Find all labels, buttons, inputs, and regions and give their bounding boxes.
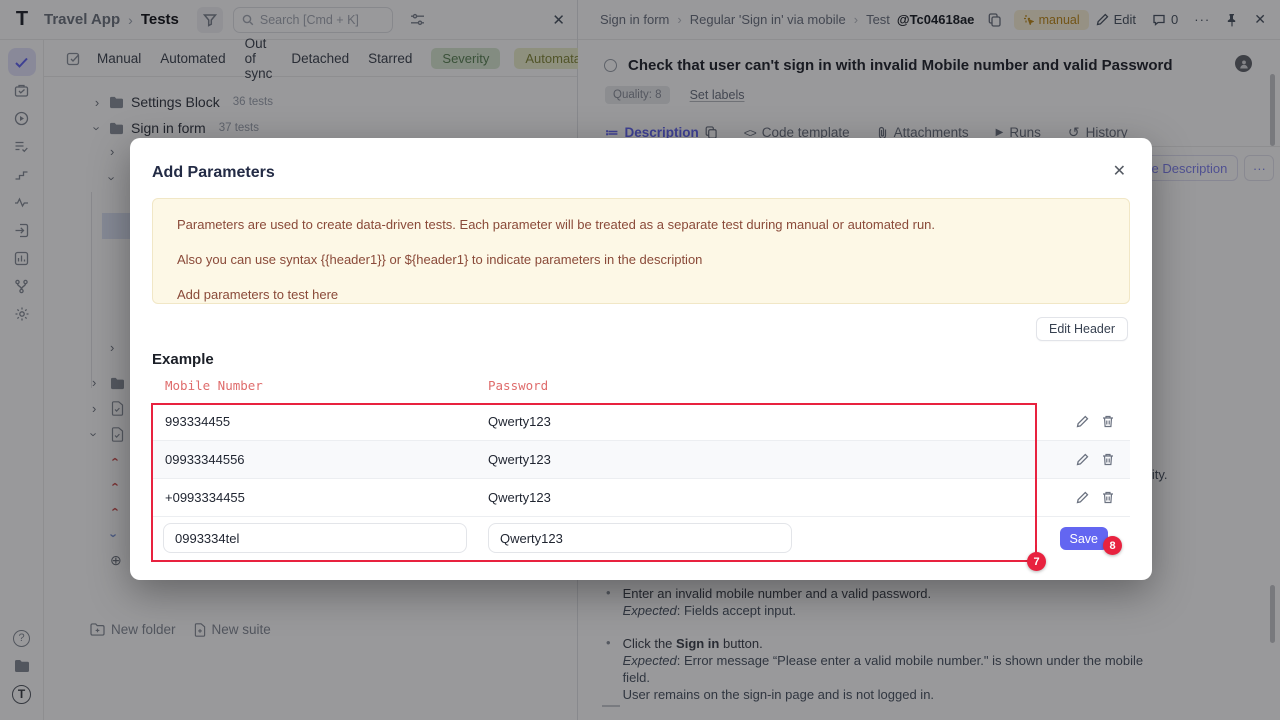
cell-password: Qwerty123 <box>488 414 1076 429</box>
table-row[interactable]: 993334455 Qwerty123 <box>152 403 1130 441</box>
delete-row-icon[interactable] <box>1102 453 1114 466</box>
delete-row-icon[interactable] <box>1102 415 1114 428</box>
cell-password: Qwerty123 <box>488 452 1076 467</box>
info-line: Add parameters to test here <box>177 287 1105 302</box>
password-input[interactable] <box>488 523 792 553</box>
parameter-columns: Mobile Number Password <box>152 378 852 393</box>
annotation-badge-8: 8 <box>1103 536 1122 555</box>
add-parameters-modal: Add Parameters ✕ Parameters are used to … <box>130 138 1152 580</box>
edit-header-button[interactable]: Edit Header <box>1036 317 1128 341</box>
mobile-number-input[interactable] <box>163 523 467 553</box>
column-mobile-number: Mobile Number <box>152 378 263 393</box>
column-password: Password <box>488 378 548 393</box>
delete-row-icon[interactable] <box>1102 491 1114 504</box>
modal-title: Add Parameters <box>152 164 275 182</box>
edit-row-icon[interactable] <box>1076 491 1089 504</box>
edit-row-icon[interactable] <box>1076 415 1089 428</box>
example-heading: Example <box>152 351 214 368</box>
annotation-badge-7: 7 <box>1027 552 1046 571</box>
cell-mobile: 993334455 <box>165 414 488 429</box>
cell-mobile: +0993334455 <box>165 490 488 505</box>
info-line: Parameters are used to create data-drive… <box>177 217 1105 232</box>
cell-password: Qwerty123 <box>488 490 1076 505</box>
save-button[interactable]: Save <box>1060 527 1109 550</box>
parameter-table: 993334455 Qwerty123 09933344556 Qwerty12… <box>152 403 1130 559</box>
table-row[interactable]: 09933344556 Qwerty123 <box>152 441 1130 479</box>
new-parameter-row: Save <box>152 517 1130 559</box>
info-line: Also you can use syntax {{header1}} or $… <box>177 252 1105 267</box>
cell-mobile: 09933344556 <box>165 452 488 467</box>
table-row[interactable]: +0993334455 Qwerty123 <box>152 479 1130 517</box>
info-banner: Parameters are used to create data-drive… <box>152 198 1130 304</box>
modal-close-icon[interactable]: ✕ <box>1113 161 1126 181</box>
edit-row-icon[interactable] <box>1076 453 1089 466</box>
